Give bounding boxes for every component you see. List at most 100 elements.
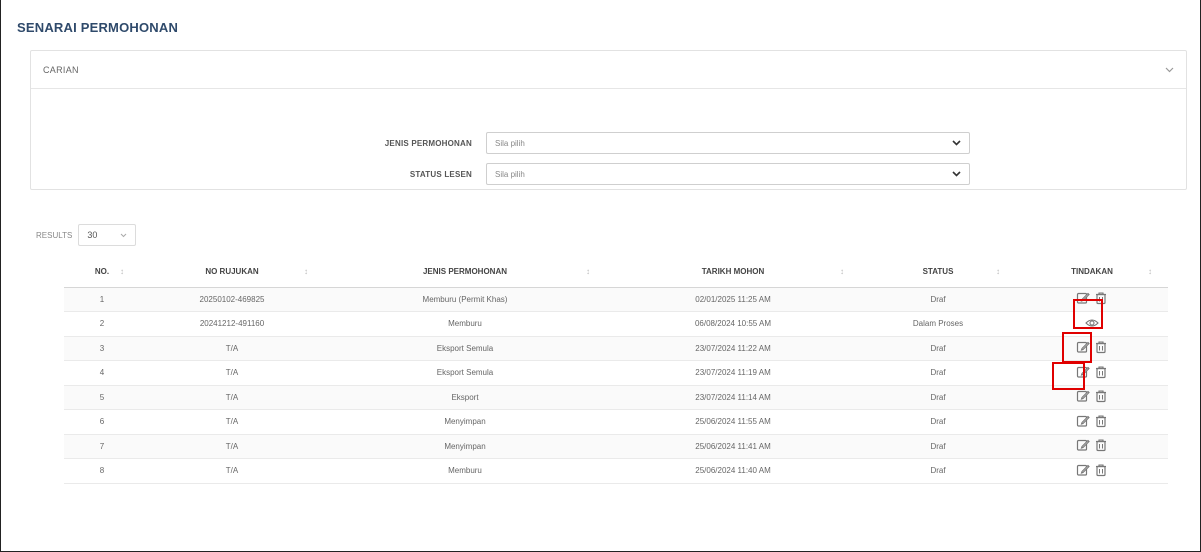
cell-tindakan — [1016, 409, 1168, 435]
column-header-status[interactable]: STATUS ↕ — [860, 256, 1016, 288]
cell-tarikh-mohon: 25/06/2024 11:55 AM — [606, 409, 860, 435]
table-row: 3 T/A Eksport Semula 23/07/2024 11:22 AM Dra… — [64, 336, 1168, 361]
cell-no: 7 — [64, 434, 140, 459]
cell-jenis-permohonan: Eksport Semula — [324, 336, 606, 361]
table-row: 7 T/A Menyimpan 25/06/2024 11:41 AM Draf — [64, 434, 1168, 459]
delete-icon[interactable] — [1094, 414, 1108, 430]
form-row-jenis-permohonan: JENIS PERMOHONAN Sila pilih — [322, 132, 970, 154]
chevron-down-icon — [952, 140, 961, 146]
results-per-page-select[interactable]: 30 — [78, 224, 137, 246]
cell-status: Draf — [860, 385, 1016, 410]
cell-tindakan — [1016, 336, 1168, 361]
table-row: 8 T/A Memburu 25/06/2024 11:40 AM Draf — [64, 458, 1168, 484]
cell-no-rujukan: 20250102-469825 — [140, 287, 324, 312]
cell-jenis-permohonan: Menyimpan — [324, 409, 606, 435]
cell-no: 1 — [64, 287, 140, 312]
row-actions — [1076, 389, 1108, 405]
highlight-box-edit — [1052, 362, 1085, 390]
delete-icon[interactable] — [1094, 365, 1108, 381]
table-row: 4 T/A Eksport Semula 23/07/2024 11:19 AM Dra… — [64, 360, 1168, 386]
sort-icon[interactable]: ↕ — [120, 267, 124, 276]
cell-no: 2 — [64, 311, 140, 337]
column-header-tarikh-mohon[interactable]: TARIKH MOHON ↕ — [606, 256, 860, 288]
delete-icon[interactable] — [1094, 463, 1108, 479]
cell-no-rujukan: T/A — [140, 336, 324, 361]
status-lesen-value: Sila pilih — [495, 169, 525, 179]
cell-tarikh-mohon: 06/08/2024 10:55 AM — [606, 311, 860, 337]
delete-icon[interactable] — [1094, 340, 1108, 356]
cell-no-rujukan: T/A — [140, 409, 324, 435]
column-header-no-rujukan[interactable]: NO RUJUKAN ↕ — [140, 256, 324, 288]
search-panel-header[interactable]: CARIAN — [31, 51, 1186, 89]
table-row: 1 20250102-469825 Memburu (Permit Khas) 02/… — [64, 287, 1168, 312]
cell-tarikh-mohon: 25/06/2024 11:40 AM — [606, 458, 860, 484]
cell-jenis-permohonan: Memburu — [324, 458, 606, 484]
status-lesen-label: STATUS LESEN — [409, 169, 472, 179]
chevron-down-icon[interactable] — [1164, 65, 1174, 75]
chevron-down-icon — [952, 171, 961, 177]
cell-jenis-permohonan: Menyimpan — [324, 434, 606, 459]
cell-jenis-permohonan: Eksport — [324, 385, 606, 410]
cell-status: Draf — [860, 434, 1016, 459]
cell-jenis-permohonan: Memburu — [324, 311, 606, 337]
cell-status: Draf — [860, 409, 1016, 435]
table-row: 6 T/A Menyimpan 25/06/2024 11:55 AM Draf — [64, 409, 1168, 435]
form-row-status-lesen: STATUS LESEN Sila pilih — [322, 163, 970, 185]
row-actions — [1076, 414, 1108, 430]
cell-tarikh-mohon: 25/06/2024 11:41 AM — [606, 434, 860, 459]
sort-icon[interactable]: ↕ — [304, 267, 308, 276]
cell-status: Draf — [860, 458, 1016, 484]
status-lesen-select[interactable]: Sila pilih — [486, 163, 970, 185]
highlight-box-delete — [1073, 299, 1103, 329]
cell-status: Dalam Proses — [860, 311, 1016, 337]
cell-no: 6 — [64, 409, 140, 435]
cell-no: 5 — [64, 385, 140, 410]
cell-no: 4 — [64, 360, 140, 386]
sort-icon[interactable]: ↕ — [1148, 267, 1152, 276]
applications-table: NO. ↕ NO RUJUKAN ↕ JENIS PERMOHONAN ↕ TARIK… — [64, 256, 1168, 484]
cell-status: Draf — [860, 336, 1016, 361]
edit-icon[interactable] — [1076, 414, 1090, 430]
table-row: 5 T/A Eksport 23/07/2024 11:14 AM Draf — [64, 385, 1168, 410]
cell-no: 3 — [64, 336, 140, 361]
edit-icon[interactable] — [1076, 438, 1090, 454]
cell-jenis-permohonan: Eksport Semula — [324, 360, 606, 386]
delete-icon[interactable] — [1094, 389, 1108, 405]
sort-icon[interactable]: ↕ — [996, 267, 1000, 276]
table-row: 2 20241212-491160 Memburu 06/08/2024 10:55 … — [64, 311, 1168, 337]
cell-no-rujukan: 20241212-491160 — [140, 311, 324, 337]
cell-no-rujukan: T/A — [140, 434, 324, 459]
delete-icon[interactable] — [1094, 438, 1108, 454]
sort-icon[interactable]: ↕ — [586, 267, 590, 276]
column-header-tindakan[interactable]: TINDAKAN ↕ — [1016, 256, 1168, 288]
jenis-permohonan-label: JENIS PERMOHONAN — [384, 138, 472, 148]
cell-no: 8 — [64, 458, 140, 484]
row-actions — [1076, 438, 1108, 454]
table-header-row: NO. ↕ NO RUJUKAN ↕ JENIS PERMOHONAN ↕ TARIK… — [64, 256, 1168, 288]
cell-jenis-permohonan: Memburu (Permit Khas) — [324, 287, 606, 312]
column-header-no[interactable]: NO. ↕ — [64, 256, 140, 288]
chevron-down-icon — [120, 233, 127, 237]
column-header-jenis-permohonan[interactable]: JENIS PERMOHONAN ↕ — [324, 256, 606, 288]
cell-tarikh-mohon: 23/07/2024 11:19 AM — [606, 360, 860, 386]
cell-no-rujukan: T/A — [140, 458, 324, 484]
row-actions — [1076, 463, 1108, 479]
cell-tarikh-mohon: 02/01/2025 11:25 AM — [606, 287, 860, 312]
cell-status: Draf — [860, 360, 1016, 386]
cell-tindakan — [1016, 360, 1168, 386]
edit-icon[interactable] — [1076, 463, 1090, 479]
cell-no-rujukan: T/A — [140, 385, 324, 410]
cell-status: Draf — [860, 287, 1016, 312]
sort-icon[interactable]: ↕ — [840, 267, 844, 276]
search-panel-title: CARIAN — [43, 64, 79, 75]
results-control: RESULTS 30 — [36, 224, 137, 246]
jenis-permohonan-select[interactable]: Sila pilih — [486, 132, 970, 154]
cell-no-rujukan: T/A — [140, 360, 324, 386]
edit-icon[interactable] — [1076, 389, 1090, 405]
cell-tarikh-mohon: 23/07/2024 11:14 AM — [606, 385, 860, 410]
cell-tindakan — [1016, 458, 1168, 484]
jenis-permohonan-value: Sila pilih — [495, 138, 525, 148]
highlight-box-view — [1062, 332, 1092, 363]
cell-tindakan — [1016, 385, 1168, 410]
results-per-page-value: 30 — [87, 230, 98, 240]
